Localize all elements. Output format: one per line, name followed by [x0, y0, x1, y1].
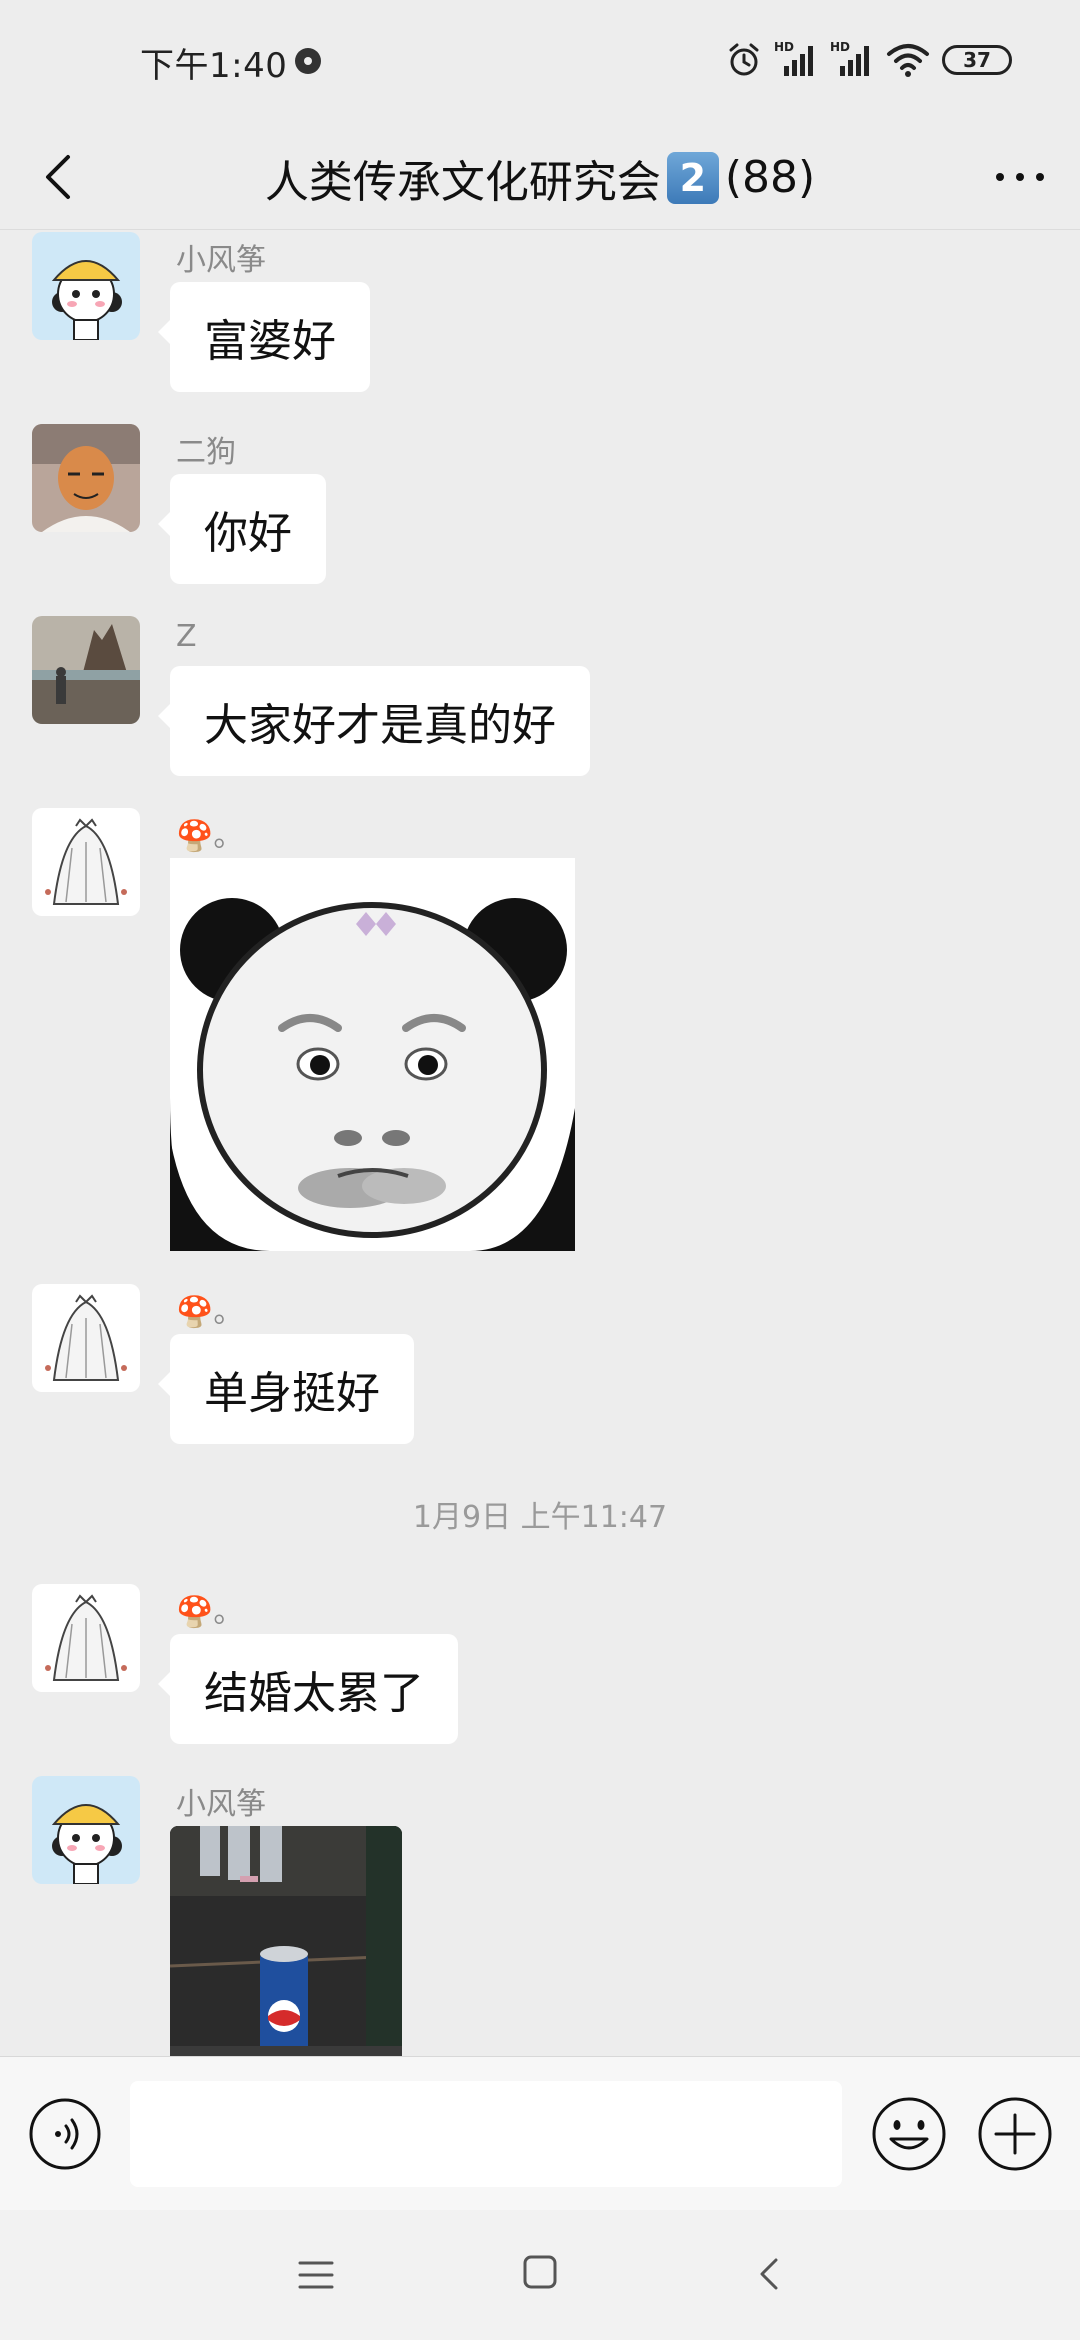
chat-header: 人类传承文化研究会 2 (88): [0, 125, 1080, 230]
system-nav-bar: [0, 2210, 1080, 2340]
message-item: 🍄。 结婚太累了: [0, 1584, 1080, 1754]
message-item: 小风筝: [0, 1776, 1080, 2056]
veil-drawing-avatar[interactable]: [32, 1584, 140, 1692]
message-bubble[interactable]: 结婚太累了: [158, 1634, 458, 1744]
menu-icon[interactable]: [296, 2258, 336, 2292]
message-item: 🍄。 单身挺好: [0, 1284, 1080, 1454]
message-item: Z 大家好才是真的好: [0, 616, 1080, 786]
more-dots-icon[interactable]: [988, 149, 1052, 205]
message-list[interactable]: 小风筝 富婆好 二狗 你好 Z 大家好才是真的好 🍄。 🍄。 单身挺好 1月9日…: [0, 230, 1080, 2056]
signal-hd-2-icon: HD: [830, 40, 869, 76]
status-icons: HD HD 37: [726, 38, 1012, 82]
wifi-icon: [887, 44, 929, 77]
message-text: 你好: [204, 508, 292, 559]
alarm-icon: [729, 43, 759, 76]
message-input[interactable]: [130, 2081, 842, 2187]
group-name: 人类传承文化研究会: [264, 156, 661, 208]
status-bar: 下午1:40 HD HD 37: [0, 0, 1080, 125]
voice-icon[interactable]: [28, 2097, 102, 2171]
message-bubble[interactable]: 单身挺好: [158, 1334, 414, 1444]
message-bubble[interactable]: 大家好才是真的好: [158, 666, 590, 776]
panda-face-meme-sticker[interactable]: [170, 858, 575, 1251]
notification-dot-icon: [295, 48, 321, 74]
status-time: 下午1:40: [140, 46, 288, 86]
battery-indicator: 37: [942, 45, 1012, 75]
message-bubble[interactable]: 你好: [158, 474, 326, 584]
sender-name: 二狗: [176, 435, 236, 470]
table-photo-with-cola[interactable]: [170, 1826, 402, 2056]
page-title: 人类传承文化研究会 2 (88): [0, 125, 1080, 230]
title-number-badge: 2: [666, 151, 719, 204]
member-count: (88): [724, 152, 816, 203]
girl-yellow-hat-avatar[interactable]: [32, 232, 140, 340]
bald-man-avatar[interactable]: [32, 424, 140, 532]
sender-name: 🍄。: [176, 819, 244, 854]
message-text: 单身挺好: [204, 1368, 380, 1419]
svg-text:HD: HD: [774, 40, 794, 54]
sender-name: Z: [176, 619, 197, 654]
veil-drawing-avatar[interactable]: [32, 808, 140, 916]
message-text: 结婚太累了: [204, 1668, 424, 1719]
message-text: 富婆好: [204, 316, 336, 367]
veil-drawing-avatar[interactable]: [32, 1284, 140, 1392]
emoji-icon[interactable]: [870, 2095, 948, 2173]
girl-yellow-hat-avatar[interactable]: [32, 1776, 140, 1884]
beach-photo-avatar[interactable]: [32, 616, 140, 724]
message-item: 二狗 你好: [0, 424, 1080, 594]
sender-name: 🍄。: [176, 1595, 244, 1630]
message-text: 大家好才是真的好: [204, 700, 556, 751]
message-item: 🍄。: [0, 808, 1080, 1268]
sender-name: 小风筝: [176, 1787, 266, 1822]
chat-timestamp: 1月9日 上午11:47: [412, 1500, 668, 1535]
input-bar: [0, 2056, 1080, 2210]
sender-name: 🍄。: [176, 1295, 244, 1330]
signal-hd-1-icon: HD: [774, 40, 813, 76]
sender-name: 小风筝: [176, 243, 266, 278]
back-triangle-icon[interactable]: [752, 2254, 788, 2294]
plus-icon[interactable]: [976, 2095, 1054, 2173]
svg-text:HD: HD: [830, 40, 850, 54]
battery-level: 37: [963, 48, 991, 72]
message-bubble[interactable]: 富婆好: [158, 282, 370, 392]
home-icon[interactable]: [522, 2254, 558, 2290]
message-item: 小风筝 富婆好: [0, 232, 1080, 402]
